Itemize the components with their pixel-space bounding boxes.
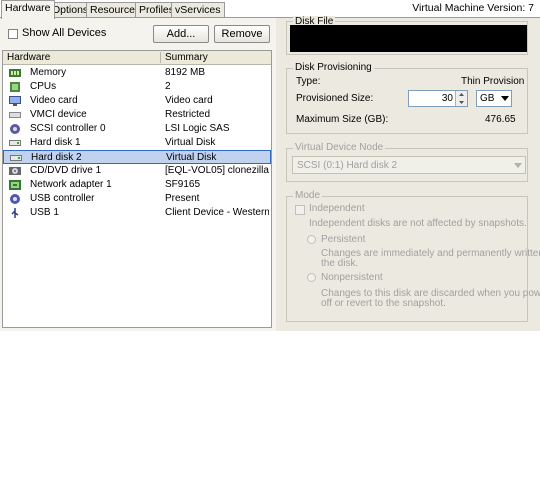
chevron-down-icon: [501, 96, 509, 101]
list-item[interactable]: CD/DVD drive 1 [EQL-VOL05] clonezilla-l.…: [3, 164, 271, 178]
list-item-name: VMCI device: [30, 109, 87, 120]
list-item-summary: SF9165: [165, 179, 201, 190]
column-separator[interactable]: [160, 52, 161, 63]
nonpersistent-radio[interactable]: [307, 273, 316, 282]
list-item-name: Video card: [30, 95, 78, 106]
provisioned-size-label: Provisioned Size:: [296, 93, 374, 104]
list-item[interactable]: Hard disk 1 Virtual Disk: [3, 136, 271, 150]
list-item[interactable]: SCSI controller 0 LSI Logic SAS: [3, 122, 271, 136]
video-card-icon: [9, 96, 21, 106]
list-item-summary: Present: [165, 193, 200, 204]
list-item-name: USB controller: [30, 193, 95, 204]
list-item-name: Network adapter 1: [30, 179, 112, 190]
disk-provisioning-label: Disk Provisioning: [293, 62, 374, 73]
type-label: Type:: [296, 76, 321, 87]
list-item-name: CPUs: [30, 81, 57, 92]
list-item-summary: Restricted: [165, 109, 211, 120]
independent-checkbox[interactable]: [295, 205, 305, 215]
list-item-summary: Video card: [165, 95, 213, 106]
independent-description: Independent disks are not affected by sn…: [309, 218, 527, 229]
network-adapter-icon: [9, 180, 21, 190]
chevron-down-icon: [514, 163, 522, 168]
virtual-device-node-value: SCSI (0:1) Hard disk 2: [297, 160, 398, 171]
show-all-devices-checkbox[interactable]: [8, 29, 18, 39]
list-item-name: Hard disk 1: [30, 137, 81, 148]
list-item-name: SCSI controller 0: [30, 123, 106, 134]
show-all-devices-label: Show All Devices: [22, 27, 107, 39]
tab-bar: Hardware Options Resources Profiles vSer…: [0, 0, 540, 19]
disk-file-value-redacted: [290, 25, 527, 52]
cd-dvd-icon: [9, 167, 21, 175]
mode-label: Mode: [293, 190, 323, 201]
list-item[interactable]: USB controller Present: [3, 192, 271, 206]
column-header-hardware[interactable]: Hardware: [7, 51, 50, 64]
list-header: Hardware Summary: [3, 51, 271, 65]
list-item[interactable]: VMCI device Restricted: [3, 108, 271, 122]
vmci-icon: [9, 112, 21, 118]
column-header-summary[interactable]: Summary: [165, 51, 208, 64]
list-item[interactable]: Memory 8192 MB: [3, 66, 271, 80]
list-item-summary: LSI Logic SAS: [165, 123, 230, 134]
list-item-summary: [EQL-VOL05] clonezilla-l...: [165, 165, 269, 176]
list-item-summary: Virtual Disk: [166, 152, 217, 163]
usb-controller-icon: [10, 194, 20, 204]
list-item-name: USB 1: [30, 207, 59, 218]
usb-icon: [11, 208, 19, 218]
list-item[interactable]: Video card Video card: [3, 94, 271, 108]
list-item-summary: Virtual Disk: [165, 137, 216, 148]
virtual-device-node-select[interactable]: SCSI (0:1) Hard disk 2: [292, 156, 526, 174]
persistent-radio[interactable]: [307, 235, 316, 244]
maximum-size-value: 476.65: [485, 114, 516, 125]
tab-vservices[interactable]: vServices: [171, 2, 225, 18]
size-unit-select[interactable]: GB: [476, 90, 512, 107]
provisioned-size-spinner[interactable]: 30: [408, 90, 468, 107]
tab-hardware[interactable]: Hardware: [1, 0, 55, 19]
list-item-name: Memory: [30, 67, 67, 78]
list-item[interactable]: CPUs 2: [3, 80, 271, 94]
list-item[interactable]: USB 1 Client Device - Western...: [3, 206, 271, 220]
type-value: Thin Provision: [461, 76, 525, 87]
virtual-device-node-label: Virtual Device Node: [293, 142, 386, 153]
hard-disk-icon: [9, 140, 21, 146]
nonpersistent-description-line2: off or revert to the snapshot.: [321, 298, 446, 309]
persistent-description-line2: the disk.: [321, 258, 359, 269]
cpu-icon: [10, 82, 20, 92]
persistent-label: Persistent: [321, 234, 366, 245]
nonpersistent-label: Nonpersistent: [321, 272, 383, 283]
spinner-arrows[interactable]: [455, 91, 467, 106]
list-item-summary: 8192 MB: [165, 67, 206, 78]
scsi-controller-icon: [10, 124, 20, 134]
vm-version-label: Virtual Machine Version: 7: [412, 2, 534, 14]
list-item-summary: 2: [165, 81, 171, 92]
maximum-size-label: Maximum Size (GB):: [296, 114, 389, 125]
list-item[interactable]: Network adapter 1 SF9165: [3, 178, 271, 192]
list-item-name: Hard disk 2: [31, 152, 82, 163]
size-unit-value: GB: [480, 93, 495, 104]
remove-button[interactable]: Remove: [214, 25, 270, 43]
list-item-summary: Client Device - Western...: [165, 207, 269, 218]
hardware-list: Hardware Summary Memory 8192 MB CPUs 2 V…: [2, 50, 272, 328]
independent-label: Independent: [309, 203, 365, 214]
add-button[interactable]: Add...: [153, 25, 209, 43]
hard-disk-icon: [10, 155, 22, 161]
spinner-up-down-icon: [459, 93, 464, 104]
memory-icon: [9, 69, 21, 77]
provisioned-size-value: 30: [441, 93, 453, 104]
list-item-name: CD/DVD drive 1: [30, 165, 102, 176]
list-item-selected[interactable]: Hard disk 2 Virtual Disk: [3, 150, 271, 164]
